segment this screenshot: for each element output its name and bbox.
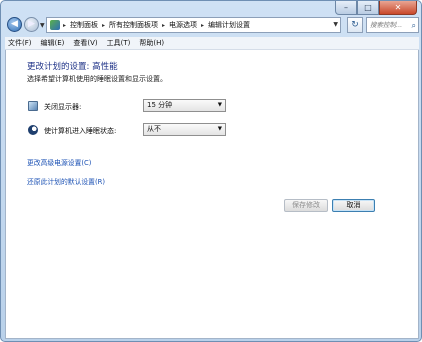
breadcrumb-power-options[interactable]: 电源选项 [169, 20, 197, 30]
menu-help[interactable]: 帮助(H) [139, 38, 164, 48]
chevron-down-icon: ▼ [217, 126, 222, 132]
advanced-power-settings-link[interactable]: 更改高级电源设置(C) [27, 157, 91, 167]
recent-pages-dropdown-icon[interactable]: ▼ [40, 22, 45, 29]
content-pane: 更改计划的设置: 高性能 选择希望计算机使用的睡眠设置和显示设置。 关闭显示器:… [5, 50, 419, 339]
caption-buttons: – □ ✕ [335, 1, 417, 15]
save-changes-button[interactable]: 保存修改 [284, 199, 328, 212]
control-panel-window: – □ ✕ ◀ ▶ ▼ ▸ 控制面板 ▸ 所有控制面板项 ▸ 电源选项 ▸ 编辑… [0, 0, 422, 342]
breadcrumb-separator-icon[interactable]: ▸ [63, 22, 66, 29]
search-input[interactable] [370, 21, 408, 29]
breadcrumb-all-items[interactable]: 所有控制面板项 [109, 20, 158, 30]
sleep-select[interactable]: 从不 ▼ [143, 123, 226, 136]
close-button[interactable]: ✕ [379, 1, 417, 15]
address-dropdown-icon[interactable]: ▼ [333, 21, 338, 28]
back-button[interactable]: ◀ [7, 17, 22, 32]
refresh-icon: ↻ [351, 20, 359, 30]
breadcrumb-edit-plan[interactable]: 编辑计划设置 [208, 20, 250, 30]
breadcrumb-separator-icon[interactable]: ▸ [162, 22, 165, 29]
monitor-icon [28, 101, 38, 111]
sleep-moon-icon [28, 125, 38, 135]
control-panel-icon [50, 20, 60, 30]
chevron-down-icon: ▼ [217, 102, 222, 108]
search-icon[interactable]: ⌕ [412, 19, 416, 33]
page-subtitle: 选择希望计算机使用的睡眠设置和显示设置。 [27, 75, 167, 83]
breadcrumb-control-panel[interactable]: 控制面板 [70, 20, 98, 30]
breadcrumb-separator-icon[interactable]: ▸ [102, 22, 105, 29]
sleep-value: 从不 [147, 125, 161, 133]
turn-off-display-value: 15 分钟 [147, 101, 173, 109]
forward-arrow-icon: ▶ [28, 19, 35, 29]
maximize-button[interactable]: □ [357, 1, 379, 15]
menu-tools[interactable]: 工具(T) [107, 38, 131, 48]
page-title: 更改计划的设置: 高性能 [27, 62, 118, 72]
menu-file[interactable]: 文件(F) [8, 38, 32, 48]
search-box: ⌕ [366, 17, 419, 33]
minimize-button[interactable]: – [335, 1, 357, 15]
menu-edit[interactable]: 编辑(E) [41, 38, 65, 48]
breadcrumb-separator-icon[interactable]: ▸ [201, 22, 204, 29]
cancel-button[interactable]: 取消 [332, 199, 375, 212]
back-arrow-icon: ◀ [11, 19, 18, 29]
refresh-button[interactable]: ↻ [347, 17, 363, 33]
forward-button[interactable]: ▶ [24, 17, 39, 32]
turn-off-display-select[interactable]: 15 分钟 ▼ [143, 99, 226, 112]
address-bar[interactable]: ▸ 控制面板 ▸ 所有控制面板项 ▸ 电源选项 ▸ 编辑计划设置 ▼ [46, 17, 341, 33]
menu-view[interactable]: 查看(V) [73, 38, 97, 48]
sleep-label: 使计算机进入睡眠状态: [44, 127, 117, 135]
restore-defaults-link[interactable]: 还原此计划的默认设置(R) [27, 176, 105, 186]
turn-off-display-label: 关闭显示器: [44, 103, 82, 111]
menu-bar: 文件(F) 编辑(E) 查看(V) 工具(T) 帮助(H) [5, 37, 419, 50]
navigation-bar: ◀ ▶ ▼ ▸ 控制面板 ▸ 所有控制面板项 ▸ 电源选项 ▸ 编辑计划设置 ▼… [5, 15, 419, 35]
